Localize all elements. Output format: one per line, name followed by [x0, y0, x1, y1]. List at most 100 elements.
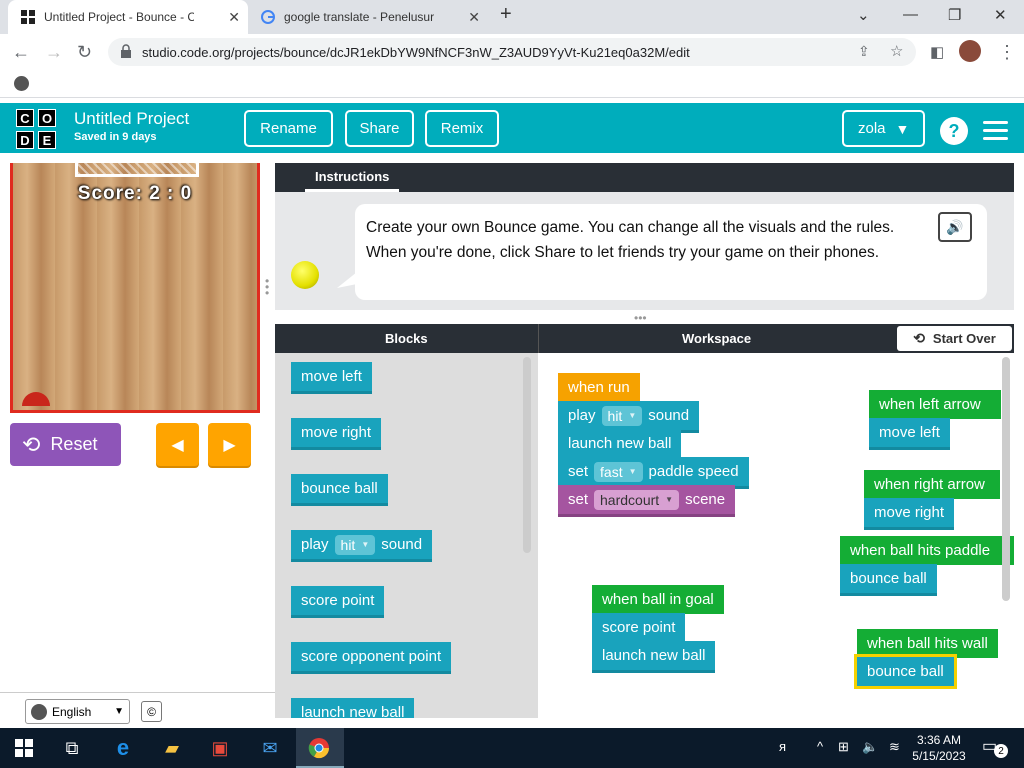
reload-icon[interactable]: ↻: [77, 42, 92, 63]
clock-date: 5/15/2023: [912, 749, 966, 763]
blocks-heading: Blocks: [385, 331, 428, 346]
notification-center-icon[interactable]: ▭ 2: [982, 736, 1008, 760]
workspace-scrollbar[interactable]: [1002, 357, 1010, 601]
address-bar[interactable]: studio.code.org/projects/bounce/dcJR1ekD…: [108, 38, 916, 66]
wifi-icon[interactable]: ≋: [889, 739, 900, 755]
play-sound-block[interactable]: play hit ▼ sound: [558, 401, 700, 430]
score-display: Score: 2 : 0: [77, 183, 193, 204]
score-point-block[interactable]: score point: [592, 613, 686, 642]
logo-letter: E: [38, 131, 56, 149]
browser-tab-bounce[interactable]: Untitled Project - Bounce - C ✕: [8, 0, 248, 34]
url-text: studio.code.org/projects/bounce/dcJR1ekD…: [142, 45, 690, 60]
chrome-icon[interactable]: [307, 736, 331, 760]
block-text: set: [568, 491, 589, 508]
sound-dropdown[interactable]: hit ▼: [601, 405, 643, 426]
toolbox-block-launch-new-ball[interactable]: launch new ball: [291, 698, 415, 718]
blocks-toolbox[interactable]: move left move right bounce ball play hi…: [275, 353, 538, 718]
close-tab-icon[interactable]: ✕: [228, 9, 240, 26]
globe-icon: [31, 703, 47, 720]
user-menu-button[interactable]: zola ▼: [842, 110, 925, 147]
when-right-arrow-block[interactable]: when right arrow: [864, 470, 1000, 499]
globe-icon[interactable]: [14, 76, 29, 91]
when-ball-in-goal-block[interactable]: when ball in goal: [592, 585, 724, 614]
minimize-icon[interactable]: —: [903, 6, 918, 23]
dropdown-value: hit: [607, 407, 623, 424]
hamburger-menu-icon[interactable]: [983, 121, 1008, 141]
restore-icon[interactable]: ❐: [948, 6, 961, 24]
browser-menu-icon[interactable]: ⋮: [998, 42, 1016, 63]
toolbox-block-score-opponent-point[interactable]: score opponent point: [291, 642, 452, 671]
google-favicon-icon: [260, 9, 276, 25]
right-arrow-button[interactable]: ▶: [208, 423, 251, 466]
vertical-resizer-icon[interactable]: •••: [634, 311, 647, 325]
language-select[interactable]: English ▼: [25, 699, 130, 724]
input-method-icon[interactable]: ⊞: [838, 739, 849, 755]
set-paddle-speed-block[interactable]: set fast ▼ paddle speed: [558, 457, 749, 486]
instruction-bubble: Create your own Bounce game. You can cha…: [355, 204, 987, 300]
volume-icon[interactable]: 🔈: [862, 739, 878, 755]
launch-new-ball-block[interactable]: launch new ball: [558, 429, 682, 458]
copyright-button[interactable]: ©: [141, 701, 162, 722]
block-text: paddle speed: [648, 463, 739, 480]
toolbox-block-play-sound[interactable]: play hit ▼ sound: [291, 530, 433, 559]
tab-instructions[interactable]: Instructions: [305, 163, 400, 192]
start-over-button[interactable]: ⟲ Start Over: [897, 326, 1012, 351]
tab-search-icon[interactable]: ⌄: [857, 6, 870, 24]
when-ball-hits-wall-block[interactable]: when ball hits wall: [857, 629, 998, 658]
when-run-block[interactable]: when run: [558, 373, 640, 402]
task-view-icon[interactable]: ⧉: [60, 736, 84, 760]
mail-icon[interactable]: ✉: [258, 736, 282, 760]
close-window-icon[interactable]: ✕: [994, 6, 1007, 24]
browser-toolbar: ← → ↻ studio.code.org/projects/bounce/dc…: [0, 34, 1024, 70]
close-tab-icon[interactable]: ✕: [468, 9, 480, 26]
code-org-logo[interactable]: C O D E: [16, 109, 58, 149]
microsoft-store-icon[interactable]: ▣: [208, 736, 232, 760]
when-left-arrow-block[interactable]: when left arrow: [869, 390, 1001, 419]
move-left-block[interactable]: move left: [869, 418, 950, 447]
set-scene-block[interactable]: set hardcourt ▼ scene: [558, 485, 736, 514]
notification-count: 2: [994, 744, 1008, 758]
text-to-speech-icon[interactable]: 🔊: [938, 212, 972, 242]
share-button[interactable]: Share: [345, 110, 414, 147]
app-header: C O D E Untitled Project Saved in 9 days…: [0, 103, 1024, 153]
workspace-canvas[interactable]: when run play hit ▼ sound launch new ball…: [538, 353, 1014, 718]
toolbox-block-bounce-ball[interactable]: bounce ball: [291, 474, 388, 503]
browser-tab-translate[interactable]: google translate - Penelusuran G ✕: [248, 0, 488, 34]
left-arrow-button[interactable]: ◀: [156, 423, 199, 466]
people-icon[interactable]: ᴙ: [779, 739, 786, 754]
speed-dropdown[interactable]: fast ▼: [594, 461, 643, 482]
chevron-up-icon[interactable]: ^: [817, 739, 823, 754]
new-tab-button[interactable]: +: [500, 3, 512, 26]
toolbox-block-move-right[interactable]: move right: [291, 418, 382, 447]
file-explorer-icon[interactable]: ▰: [160, 736, 184, 760]
bounce-ball-block-selected[interactable]: bounce ball: [854, 654, 957, 689]
scene-dropdown[interactable]: hardcourt ▼: [594, 489, 680, 510]
launch-new-ball-block[interactable]: launch new ball: [592, 641, 716, 670]
system-clock[interactable]: 3:36 AM 5/15/2023: [906, 732, 972, 764]
sound-dropdown[interactable]: hit ▼: [334, 534, 376, 555]
edge-browser-icon[interactable]: e: [111, 735, 135, 760]
move-right-block[interactable]: move right: [864, 498, 955, 527]
bounce-ball-block[interactable]: bounce ball: [840, 564, 937, 593]
toolbox-block-score-point[interactable]: score point: [291, 586, 385, 615]
profile-avatar[interactable]: [959, 40, 981, 62]
resize-grip-icon[interactable]: • • •: [265, 275, 269, 299]
side-panel-icon[interactable]: ◧: [930, 43, 944, 61]
toolbox-scrollbar[interactable]: [523, 357, 531, 553]
logo-letter: O: [38, 109, 56, 127]
block-text: play: [568, 407, 596, 424]
help-icon[interactable]: ?: [940, 117, 968, 145]
toolbox-block-move-left[interactable]: move left: [291, 362, 372, 391]
game-canvas[interactable]: Score: 2 : 0: [10, 163, 260, 413]
bookmark-star-icon[interactable]: ☆: [890, 42, 903, 60]
remix-button[interactable]: Remix: [425, 110, 499, 147]
forward-icon[interactable]: →: [45, 42, 63, 63]
when-ball-hits-paddle-block[interactable]: when ball hits paddle: [840, 536, 1014, 565]
share-page-icon[interactable]: ⇪: [858, 43, 870, 60]
divider: [0, 692, 276, 693]
dropdown-arrow-icon: ▼: [665, 495, 674, 504]
back-icon[interactable]: ←: [12, 42, 30, 63]
windows-start-icon[interactable]: [12, 736, 36, 760]
rename-button[interactable]: Rename: [244, 110, 333, 147]
reset-button[interactable]: ⟲ Reset: [10, 423, 121, 466]
